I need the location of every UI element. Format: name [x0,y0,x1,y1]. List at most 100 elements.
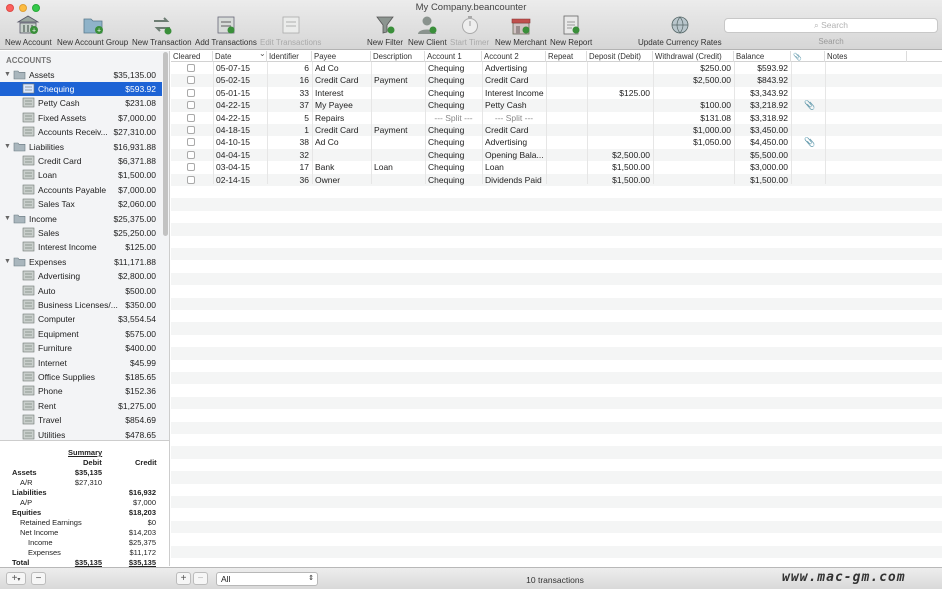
sidebar-scrollbar[interactable] [163,52,168,236]
sidebar-item[interactable]: Interest Income $125.00 [0,240,162,254]
cleared-checkbox[interactable] [187,88,195,97]
new-transaction-button[interactable]: New Transaction [132,14,192,47]
sidebar-group-2[interactable]: ▼ Income $25,375.00 [0,212,162,226]
disclosure-triangle-icon[interactable]: ▼ [4,255,11,269]
column-header-identifier[interactable]: Identifier [267,51,312,62]
sidebar-item[interactable]: Furniture $400.00 [0,341,162,355]
table-row[interactable]: 04-04-15 32 Chequing Opening Bala... $2,500.… [171,148,942,162]
column-header-repeat[interactable]: Repeat [546,51,587,62]
sidebar-item-label: Internet [38,357,67,368]
cell-repeat [546,136,587,148]
cleared-checkbox[interactable] [187,138,195,147]
cleared-checkbox[interactable] [187,175,195,184]
column-header-account-2[interactable]: Account 2 [482,51,546,62]
column-header-cleared[interactable]: Cleared [171,51,213,62]
sidebar-item[interactable]: Credit Card $6,371.88 [0,154,162,168]
cleared-checkbox[interactable] [187,76,195,85]
cleared-checkbox[interactable] [187,163,195,172]
update-currency-rates-button[interactable]: Update Currency Rates [638,14,722,47]
column-header-notes[interactable]: Notes [825,51,907,62]
sidebar-item[interactable]: Phone $152.36 [0,384,162,398]
start-timer-button[interactable]: Start Timer [450,14,489,47]
disclosure-triangle-icon[interactable]: ▼ [4,68,11,82]
sidebar-item[interactable]: Sales $25,250.00 [0,226,162,240]
table-row[interactable]: 05-01-15 33 Interest Chequing Interest Incom… [171,87,942,99]
column-header-attachment[interactable]: 📎 [791,51,825,62]
sidebar-group-1[interactable]: ▼ Liabilities $16,931.88 [0,140,162,154]
transaction-filter-select[interactable]: All ⇕ [216,572,318,586]
table-row[interactable]: 03-04-15 17 Bank Loan Chequing Loan $1,500.00 $… [171,161,942,173]
paperclip-icon[interactable]: 📎 [804,100,815,111]
cleared-checkbox[interactable] [187,101,195,110]
table-row[interactable]: 04-22-15 5 Repairs --- Split --- --- Split -… [171,112,942,124]
edit-transactions-button[interactable]: Edit Transactions [260,14,321,47]
sidebar-item[interactable]: Accounts Payable $7,000.00 [0,183,162,197]
sidebar-item[interactable]: Chequing $593.92 [0,81,162,96]
transaction-count: 10 transactions [526,575,584,585]
sidebar-item[interactable]: Equipment $575.00 [0,327,162,341]
column-header-account-1[interactable]: Account 1 [425,51,482,62]
column-header-description[interactable]: Description [371,51,425,62]
sidebar-item[interactable]: Sales Tax $2,060.00 [0,197,162,211]
summary-row-credit: $16,932 [128,488,156,497]
sidebar-item[interactable]: Accounts Receiv... $27,310.00 [0,125,162,139]
new-filter-button[interactable]: New Filter [367,14,403,47]
new-account-group-button[interactable]: + New Account Group [57,14,128,47]
cell-desc [371,112,425,124]
sidebar-item[interactable]: Travel $854.69 [0,413,162,427]
new-account-button[interactable]: + New Account [5,14,52,47]
sidebar-group-0[interactable]: ▼ Assets $35,135.00 [0,68,162,82]
paperclip-icon[interactable]: 📎 [804,137,815,148]
sidebar-item[interactable]: Office Supplies $185.65 [0,370,162,384]
add-transaction-button[interactable]: + [176,572,191,585]
cell-withdrawal: $131.08 [700,112,731,123]
search-input[interactable]: ⌕ Search [724,18,938,33]
cell-desc [371,87,425,99]
sidebar-item[interactable]: Utilities $478.65 [0,428,162,441]
table-row[interactable]: 04-10-15 38 Ad Co Chequing Advertising $1,050… [171,136,942,148]
sidebar-item[interactable]: Petty Cash $231.08 [0,96,162,110]
sidebar-item[interactable]: Business Licenses/... $350.00 [0,298,162,312]
empty-row [171,384,942,396]
disclosure-triangle-icon[interactable]: ▼ [4,140,11,154]
new-client-button[interactable]: New Client [408,14,447,47]
empty-row [171,322,942,335]
table-row[interactable]: 04-18-15 1 Credit Card Payment Chequing Credi… [171,124,942,137]
table-row[interactable]: 05-07-15 6 Ad Co Chequing Advertising $250.00… [171,62,942,74]
column-header-deposit[interactable]: Deposit (Debit) [587,51,653,62]
sidebar-item[interactable]: Fixed Assets $7,000.00 [0,111,162,125]
empty-row [171,496,942,509]
new-report-button[interactable]: New Report [550,14,592,47]
column-header-balance[interactable]: Balance [734,51,791,62]
account-icon [22,112,35,123]
cell-acc2: Advertising [485,63,528,73]
empty-row [171,520,942,534]
cleared-checkbox[interactable] [187,113,195,122]
sidebar-item[interactable]: Rent $1,275.00 [0,399,162,413]
table-row[interactable]: 02-14-15 36 Owner Chequing Dividends Paid $1,… [171,173,942,186]
sidebar-item[interactable]: Loan $1,500.00 [0,168,162,182]
sidebar-item[interactable]: Computer $3,554.54 [0,312,162,326]
remove-transaction-button[interactable]: − [193,572,208,585]
table-row[interactable]: 05-02-15 16 Credit Card Payment Chequing Cred… [171,74,942,87]
svg-text:+: + [32,28,36,35]
sidebar-item[interactable]: Internet $45.99 [0,356,162,370]
empty-row [171,211,942,223]
sidebar-item-label: Sales Tax [38,199,75,210]
column-divider [825,62,826,184]
column-header-payee[interactable]: Payee [312,51,371,62]
cleared-checkbox[interactable] [187,150,195,159]
remove-account-button[interactable]: − [31,572,46,585]
sidebar-item[interactable]: Auto $500.00 [0,284,162,298]
new-merchant-button[interactable]: New Merchant [495,14,547,47]
folder-icon [13,213,26,224]
cleared-checkbox[interactable] [187,64,195,72]
sidebar-item[interactable]: Advertising $2,800.00 [0,269,162,283]
column-header-withdrawal[interactable]: Withdrawal (Credit) [653,51,734,62]
disclosure-triangle-icon[interactable]: ▼ [4,212,11,226]
add-transactions-button[interactable]: Add Transactions [195,14,257,47]
table-row[interactable]: 04-22-15 37 My Payee Chequing Petty Cash $100… [171,99,942,112]
sidebar-group-3[interactable]: ▼ Expenses $11,171.88 [0,255,162,269]
add-account-button[interactable]: +▾ [6,572,26,585]
cleared-checkbox[interactable] [187,126,195,134]
